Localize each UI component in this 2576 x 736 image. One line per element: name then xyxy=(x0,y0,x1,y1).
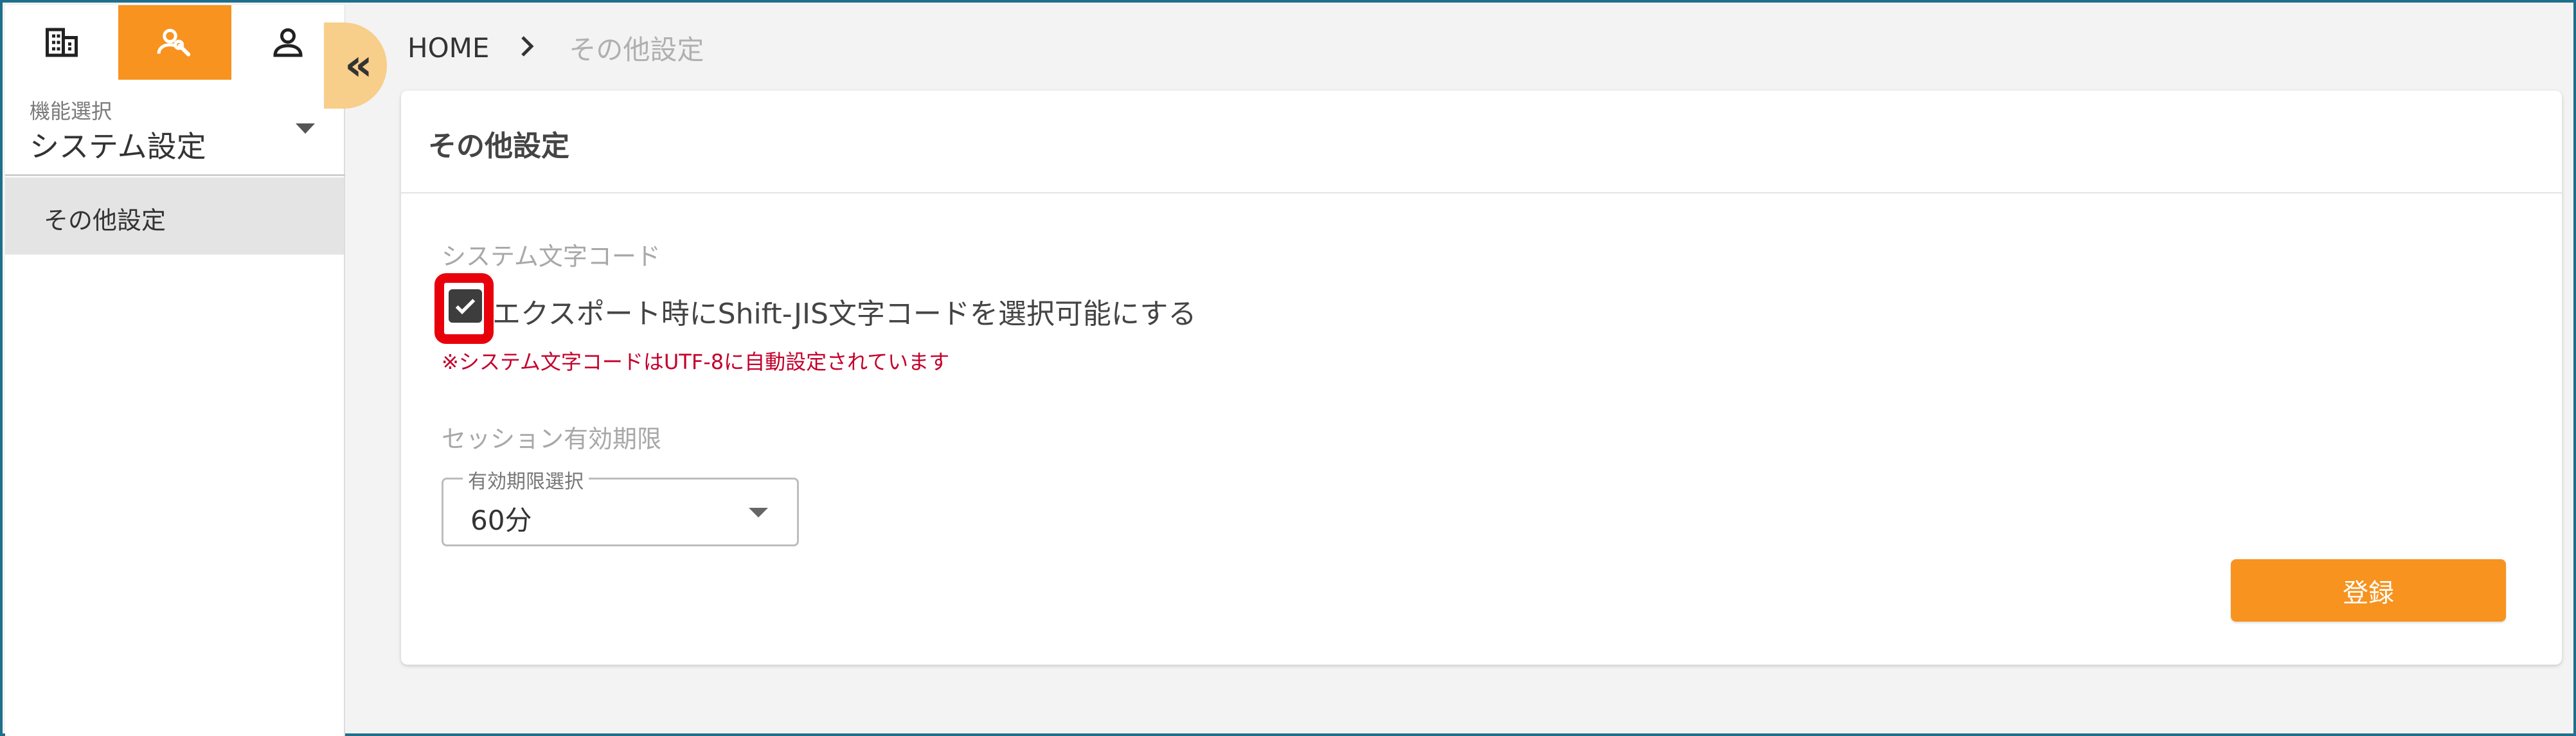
system-charcode-label: システム文字コード xyxy=(442,242,661,271)
caret-down-icon xyxy=(296,123,315,134)
caret-down-icon xyxy=(749,508,768,517)
building-icon xyxy=(46,28,78,57)
function-select-label: 機能選択 xyxy=(30,99,112,123)
chevron-right-icon xyxy=(520,35,535,60)
card-header: その他設定 xyxy=(401,91,2562,193)
function-select[interactable]: 機能選択 システム設定 xyxy=(5,80,345,176)
sidebar-item-label: その他設定 xyxy=(44,206,166,235)
page-title: その他設定 xyxy=(428,130,569,163)
tab-user-settings[interactable] xyxy=(118,5,231,80)
breadcrumb-home-link[interactable]: HOME xyxy=(407,32,489,64)
session-expiry-select-value: 60分 xyxy=(470,505,532,536)
person-icon xyxy=(273,28,303,57)
function-select-value: システム設定 xyxy=(30,129,206,164)
register-button[interactable]: 登録 xyxy=(2231,559,2506,622)
session-expiry-select-label: 有効期限選択 xyxy=(463,465,589,494)
app-window: 機能選択 システム設定 その他設定 « HOME その他設定 その他設定 システ… xyxy=(0,0,2576,736)
user-settings-icon xyxy=(157,28,191,57)
sidebar-tabs xyxy=(5,5,345,80)
collapse-sidebar-button[interactable]: « xyxy=(324,22,387,109)
sidebar-item-other-settings[interactable]: その他設定 xyxy=(5,177,344,255)
session-expiry-select[interactable]: 有効期限選択 60分 xyxy=(442,465,799,546)
double-chevron-left-icon: « xyxy=(344,40,373,91)
sidebar: 機能選択 システム設定 その他設定 xyxy=(5,5,345,736)
session-expiry-label: セッション有効期限 xyxy=(442,425,662,453)
tab-organization[interactable] xyxy=(5,5,118,80)
breadcrumb: HOME その他設定 xyxy=(407,28,704,67)
charcode-note: ※システム文字コードはUTF-8に自動設定されています xyxy=(442,350,950,374)
breadcrumb-current: その他設定 xyxy=(569,33,704,66)
shift-jis-checkbox-label[interactable]: エクスポート時にShift-JIS文字コードを選択可能にする xyxy=(492,291,1196,332)
highlight-box xyxy=(434,273,494,344)
